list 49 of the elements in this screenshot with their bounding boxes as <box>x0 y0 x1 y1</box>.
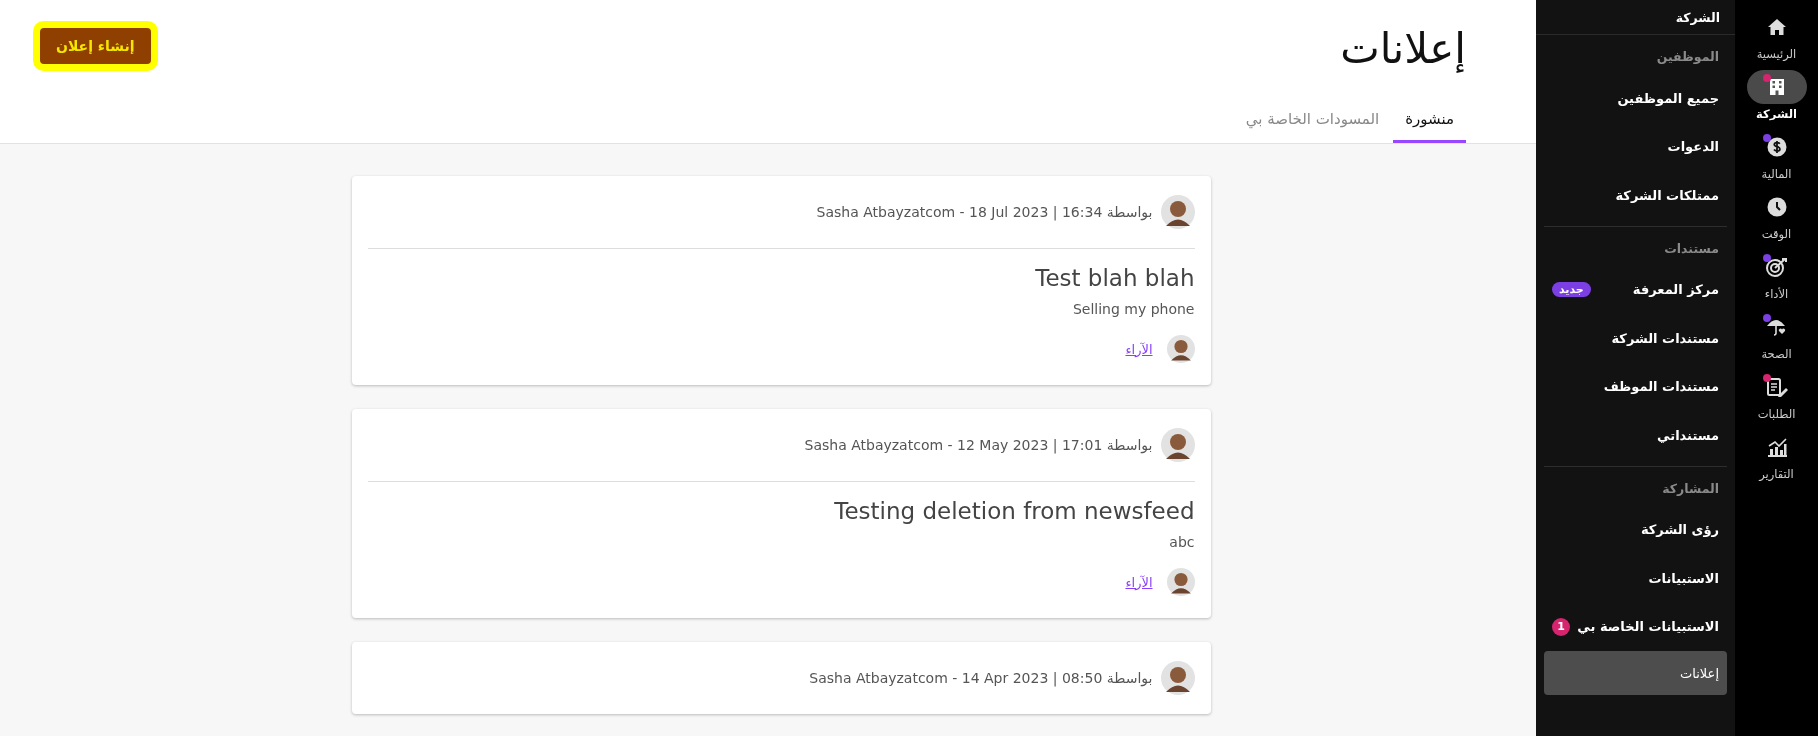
avatar-icon <box>1160 428 1195 462</box>
avatar-icon <box>1160 195 1195 229</box>
avatar-icon <box>1166 568 1195 596</box>
post-byline: بواسطة Sasha Atbayzatcom - 12 May 2023 | 17:01 <box>804 437 1153 453</box>
rail-label: الطلبات <box>1757 407 1796 421</box>
sidebar-item[interactable]: مستندات الشركة <box>1544 314 1727 363</box>
new-badge: جديد <box>1552 282 1591 298</box>
target-icon <box>1765 257 1788 277</box>
views-link[interactable]: الآراء <box>1125 341 1153 357</box>
avatar-icon <box>1166 335 1195 363</box>
post-body: abc <box>1168 534 1195 550</box>
sidebar-item[interactable]: مركز المعرفة جديد <box>1544 265 1727 314</box>
clock-icon <box>1766 197 1787 217</box>
home-icon <box>1766 17 1787 37</box>
sidebar-item[interactable]: إعلانات <box>1544 651 1727 695</box>
rail-label: الصحة <box>1761 347 1792 361</box>
post-title: Test blah blah <box>1034 265 1195 291</box>
rail-label: المالية <box>1761 167 1792 181</box>
rail-label: الوقت <box>1761 227 1792 241</box>
chart-icon <box>1765 437 1788 457</box>
views-link[interactable]: الآراء <box>1125 574 1153 590</box>
clipboard-icon <box>1765 377 1788 397</box>
sidebar-item[interactable]: رؤى الشركة <box>1544 505 1727 554</box>
rail-label: الأداء <box>1764 287 1789 301</box>
post-body: Selling my phone <box>1071 301 1195 317</box>
section-label: الموظفين <box>1655 49 1720 66</box>
rail-label: الشركة <box>1756 107 1797 121</box>
count-badge: 1 <box>1552 617 1570 636</box>
tab[interactable]: المسودات الخاصة بي <box>1233 100 1392 143</box>
section-label: المشاركة <box>1661 480 1720 498</box>
page-title: إعلانات <box>1340 24 1466 73</box>
umbrella-icon <box>1765 317 1788 337</box>
post-byline: بواسطة Sasha Atbayzatcom - 18 Jul 2023 | 16:34 <box>816 204 1153 220</box>
rail-label: التقارير <box>1759 467 1794 481</box>
post-title: Testing deletion from newsfeed <box>833 498 1195 524</box>
sidebar-item[interactable]: الاستبيانات <box>1544 554 1727 603</box>
rail-label: الرئيسية <box>1756 47 1797 61</box>
dollar-icon <box>1766 137 1787 157</box>
avatar-icon <box>1160 661 1195 695</box>
rail-nav-button[interactable] <box>1746 70 1807 104</box>
sidebar-item[interactable]: جميع الموظفين <box>1544 74 1727 123</box>
sidebar-item[interactable]: مستندات الموظف <box>1544 362 1727 411</box>
building-icon <box>1767 77 1786 97</box>
sidebar-item[interactable]: ممتلكات الشركة <box>1544 171 1727 220</box>
section-label: مستندات <box>1663 240 1720 258</box>
sidebar-item[interactable]: مستنداتي <box>1544 411 1727 460</box>
sidebar-item[interactable]: الدعوات <box>1544 122 1727 171</box>
post-byline: بواسطة Sasha Atbayzatcom - 14 Apr 2023 | 08:50 <box>809 670 1153 686</box>
tab[interactable]: منشورة <box>1393 100 1466 143</box>
